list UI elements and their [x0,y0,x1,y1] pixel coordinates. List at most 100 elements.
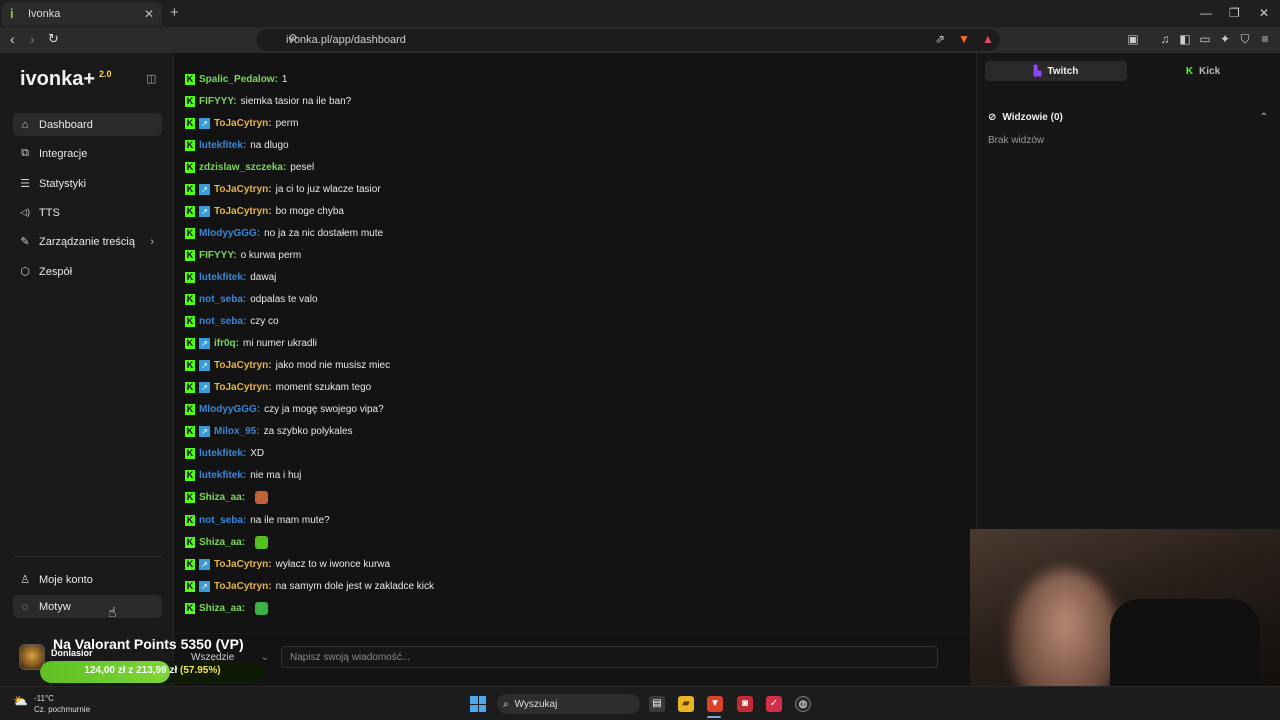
chat-username[interactable]: lutekfitek: [199,140,246,151]
chevron-right-icon: › [150,235,154,248]
chat-username[interactable]: ToJaCytryn: [214,382,272,393]
chat-username[interactable]: ToJaCytryn: [214,581,272,592]
chat-username[interactable]: ToJaCytryn: [214,184,272,195]
chat-text: czy co [250,316,279,328]
chat-username[interactable]: Spalic_Pedalow: [199,74,278,85]
new-tab-icon[interactable]: + [170,4,179,21]
sidebar-item-tts[interactable]: ◁) TTS [13,201,162,224]
shield-icon: ⬡ [20,266,30,278]
tab-kick[interactable]: K Kick [1133,61,1273,81]
chat-username[interactable]: lutekfitek: [199,448,246,459]
chat-username[interactable]: zdzislaw_szczeka: [199,162,286,173]
sidebar-item-account[interactable]: ♙ Moje konto [13,568,162,591]
reload-icon[interactable]: ↻ [48,31,59,47]
browser-tab[interactable]: i Ivonka ✕ [2,2,162,26]
chat-username[interactable]: ToJaCytryn: [214,118,272,129]
collapse-sidebar-icon[interactable]: ◫ [146,72,156,85]
eye-off-icon: ⊘ [988,111,997,123]
chat-username[interactable]: MlodyyGGG: [199,228,260,239]
chat-text: czy ja mogę swojego vipa? [264,404,384,416]
address-bar[interactable]: ivonka.pl/app/dashboard [256,29,1000,51]
file-explorer-icon[interactable]: ▰ [678,696,694,712]
chat-message: Kzdzislaw_szczeka: pesel [185,159,314,175]
brave-browser-icon[interactable]: ▼ [707,696,723,712]
chat-username[interactable]: Shiza_aa: [199,537,245,548]
close-window-icon[interactable]: ✕ [1259,6,1269,20]
palette-icon: ◌ [21,600,29,613]
wallet-icon[interactable]: ▭ [1198,32,1212,46]
leo-ai-icon[interactable]: ✦ [1218,32,1232,46]
menu-icon[interactable]: ≡ [1258,32,1272,46]
sidebar-item-zespol[interactable]: ⬡ Zespół [13,260,162,283]
chat-username[interactable]: not_seba: [199,294,246,305]
chat-username[interactable]: ToJaCytryn: [214,206,272,217]
weather-icon[interactable]: ⛅ [13,694,28,708]
chevron-up-icon[interactable]: ⌃ [1260,112,1268,123]
chart-icon: ☰ [20,178,30,190]
chat-username[interactable]: not_seba: [199,316,246,327]
chat-username[interactable]: ToJaCytryn: [214,360,272,371]
close-tab-icon[interactable]: ✕ [144,7,154,21]
tab-search-icon[interactable]: ▣ [1126,32,1140,46]
kick-icon: K [185,183,195,195]
sidebar-item-content[interactable]: ✎ Zarządzanie treścią › [13,230,162,253]
sidebar-item-theme[interactable]: ◌ Motyw [13,595,162,618]
site-info-icon[interactable]: ⚙ [286,32,300,46]
chat-username[interactable]: ifr0q: [214,338,239,349]
sidebar-item-statystyki[interactable]: ☰ Statystyki [13,172,162,195]
chat-message: Knot_seba: na ile mam mute? [185,512,330,528]
chat-username[interactable]: Milox_95: [214,426,260,437]
app-logo[interactable]: ivonka+ 2.0 [20,68,112,91]
share-icon[interactable]: ⇗ [933,32,947,46]
vpn-icon[interactable]: ⛉ [1238,32,1252,46]
chat-message-input[interactable]: Napisz swoją wiadomość... [281,646,938,668]
tab-label: Twitch [1047,65,1079,77]
kick-icon: K [185,580,195,592]
weather-temp[interactable]: -11°C [34,694,54,703]
taskbar-search[interactable]: ⌕ Wyszukaj [497,694,640,714]
chat-message: Klutekfitek: nie ma i huj [185,468,301,484]
app-icon-red[interactable]: ◙ [737,696,753,712]
viewers-panel [976,53,1280,529]
kick-icon: K [185,382,195,394]
media-icon[interactable]: ♫ [1158,32,1172,46]
sidebar-item-integracje[interactable]: ⧉ Integracje [13,142,162,165]
chat-username[interactable]: lutekfitek: [199,470,246,481]
minimize-icon[interactable]: — [1200,6,1212,20]
chat-username[interactable]: MlodyyGGG: [199,404,260,415]
forward-icon[interactable]: › [30,31,35,47]
sidebar-item-dashboard[interactable]: ⌂ Dashboard [13,113,162,136]
chat-message: K FIFYYY: siemka tasior na ile ban? [185,93,351,109]
task-view-icon[interactable]: ▤ [649,696,665,712]
chat-username[interactable]: FIFYYY: [199,96,237,107]
chat-username[interactable]: not_seba: [199,515,246,526]
weather-desc[interactable]: Cz. pochmurnie [34,705,90,714]
tab-twitch[interactable]: ▙ Twitch [985,61,1127,81]
kick-icon: K [185,95,195,107]
app-icon-circle[interactable]: ◍ [795,696,811,712]
kick-icon: K [185,161,195,173]
kick-icon: K [1185,65,1194,77]
maximize-icon[interactable]: ❐ [1229,6,1240,20]
chat-text: dawaj [250,271,277,283]
brave-shields-icon[interactable]: ▼ [957,32,971,46]
search-label: Wyszukaj [514,698,558,710]
chat-username[interactable]: Shiza_aa: [199,492,245,503]
speaker-icon: ◁) [20,207,30,217]
chat-feed[interactable]: K Spalic_Pedalow: 1 K FIFYYY: siemka tasior n… [175,53,975,633]
sidebar-toggle-icon[interactable]: ◧ [1178,32,1192,46]
start-button-icon[interactable] [470,696,486,712]
chat-username[interactable]: FIFYYY: [199,250,237,261]
app-icon-pink[interactable]: ✓ [766,696,782,712]
badge-icon: ↗ [199,580,210,592]
twitch-icon: ▙ [1033,65,1042,77]
chat-message: K ↗ ToJaCytryn: wyłacz to w iwonce kurwa [185,556,390,572]
viewers-header[interactable]: ⊘ Widzowie (0) ⌃ [988,110,1268,124]
tab-title: Ivonka [28,8,61,20]
chat-username[interactable]: Shiza_aa: [199,603,245,614]
chat-username[interactable]: ToJaCytryn: [214,559,272,570]
back-icon[interactable]: ‹ [10,31,15,47]
brave-rewards-icon[interactable]: ▲ [981,32,995,46]
chat-username[interactable]: lutekfitek: [199,272,246,283]
chat-message: K ↗ ToJaCytryn: perm [185,115,298,131]
